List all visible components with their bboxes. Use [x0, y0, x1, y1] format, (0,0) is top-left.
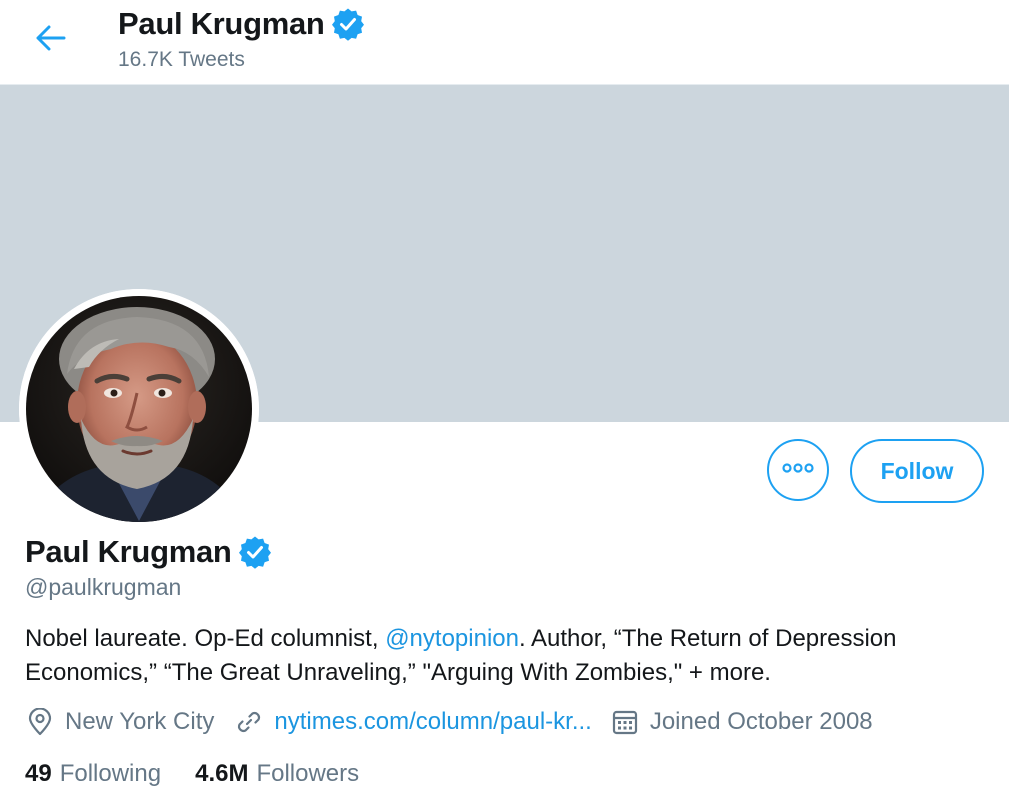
arrow-left-icon — [36, 25, 66, 56]
following-count: 49 — [25, 760, 52, 787]
follow-button[interactable]: Follow — [850, 439, 984, 503]
more-button[interactable] — [767, 439, 829, 501]
avatar[interactable] — [19, 289, 259, 529]
location-text: New York City — [65, 708, 215, 735]
link-icon — [234, 707, 264, 737]
location-pin-icon — [25, 707, 55, 737]
profile-stats: 49 Following 4.6M Followers — [25, 756, 359, 792]
followers-label: Followers — [256, 760, 360, 787]
profile-bio: Nobel laureate. Op-Ed columnist, @nytopi… — [25, 622, 995, 690]
bio-text-start: Nobel laureate. Op-Ed columnist, — [25, 625, 386, 652]
header-name: Paul Krugman — [118, 6, 325, 41]
profile-handle: @paulkrugman — [25, 574, 182, 600]
followers-count: 4.6M — [195, 760, 249, 787]
joined-item: Joined October 2008 — [610, 707, 873, 737]
more-horizontal-icon — [781, 461, 815, 479]
joined-text: Joined October 2008 — [649, 708, 873, 735]
profile-name-row: Paul Krugman — [25, 530, 272, 574]
header-name-row: Paul Krugman — [118, 4, 365, 44]
back-button[interactable] — [28, 22, 74, 58]
followers-stat[interactable]: 4.6M Followers — [195, 760, 359, 788]
verified-badge-icon — [238, 535, 272, 569]
calendar-icon — [610, 707, 640, 737]
verified-badge-icon — [331, 7, 365, 41]
location-item: New York City — [25, 707, 214, 737]
profile-page: Paul Krugman 16.7K Tweets Follow Paul Kr… — [0, 0, 1009, 800]
website-item[interactable]: nytimes.com/column/paul-kr... — [234, 707, 592, 737]
following-label: Following — [59, 760, 162, 787]
website-link[interactable]: nytimes.com/column/paul-kr... — [274, 708, 591, 736]
profile-name: Paul Krugman — [25, 534, 232, 569]
bio-mention-link[interactable]: @nytopinion — [385, 625, 519, 652]
tweets-count: 16.7K Tweets — [118, 48, 245, 71]
profile-meta: New York City nytimes.com/column/paul-kr… — [25, 704, 873, 740]
top-bar: Paul Krugman 16.7K Tweets — [0, 0, 1009, 85]
following-stat[interactable]: 49 Following — [25, 760, 161, 788]
